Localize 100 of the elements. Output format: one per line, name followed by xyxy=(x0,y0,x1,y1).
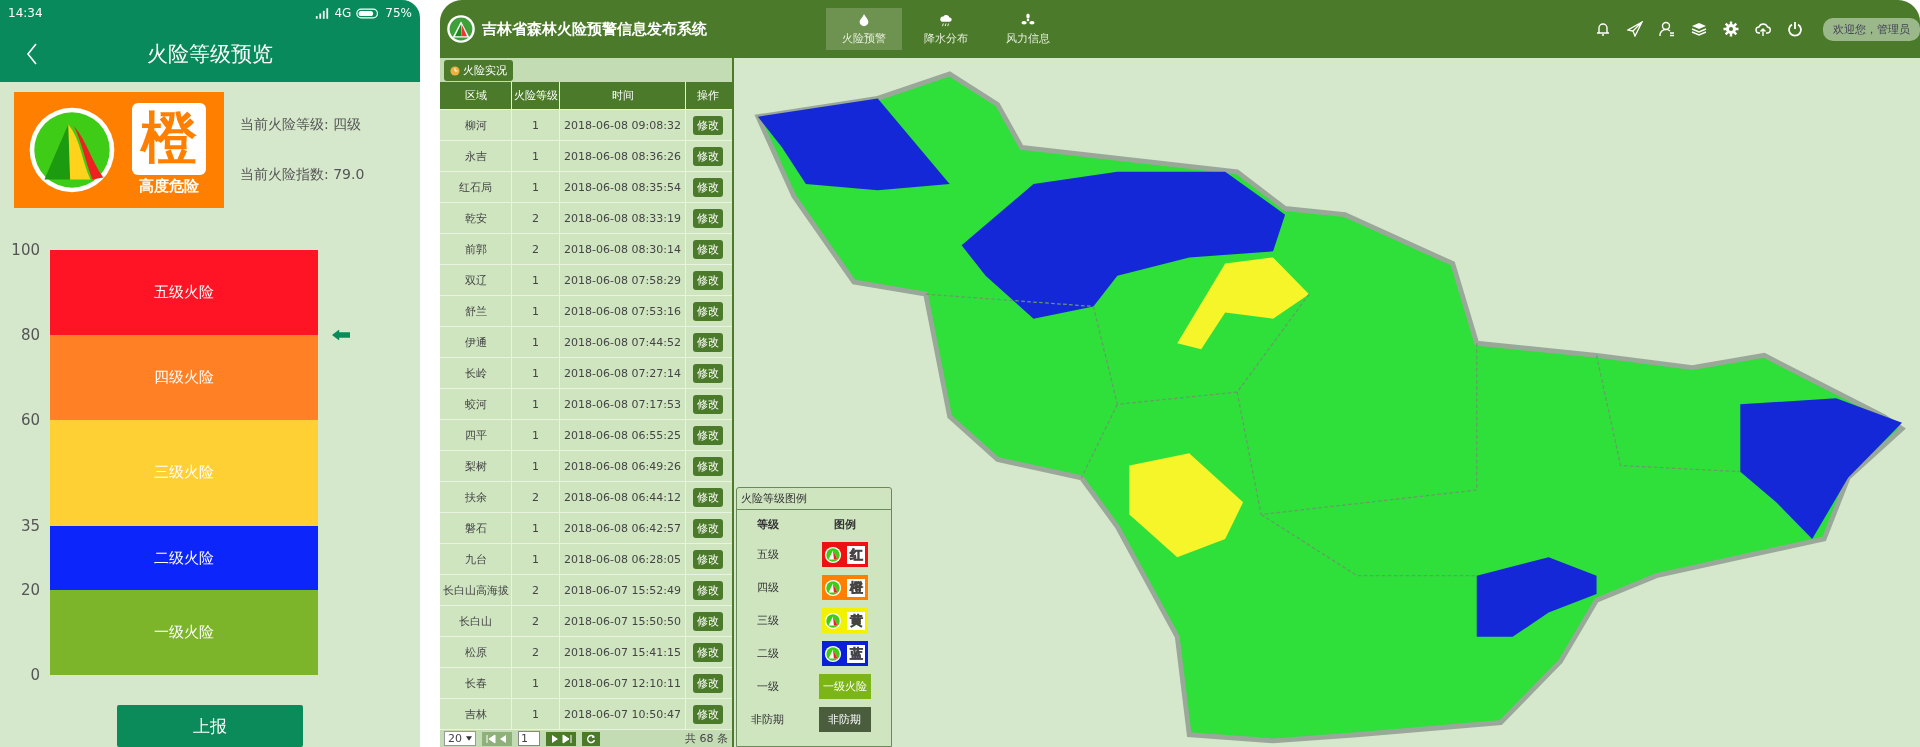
table-cell: 2018-06-08 08:33:19 xyxy=(560,203,686,233)
edit-button[interactable]: 修改 xyxy=(693,270,723,290)
legend-level-label: 四级 xyxy=(755,580,780,595)
send-icon[interactable] xyxy=(1627,21,1643,37)
table-cell: 2 xyxy=(512,203,560,233)
scale-tick-label: 100 xyxy=(11,240,40,259)
table-cell: 2018-06-07 10:50:47 xyxy=(560,699,686,729)
edit-button[interactable]: 修改 xyxy=(693,580,723,600)
legend-level-label: 二级 xyxy=(755,646,780,661)
column-header: 区域 xyxy=(440,82,512,109)
last-page-icon[interactable] xyxy=(562,733,572,744)
legend-badge: 黄 xyxy=(821,608,868,633)
page-size-select[interactable]: 20 xyxy=(444,731,476,746)
edit-button[interactable]: 修改 xyxy=(693,611,723,631)
table-cell: 前郭 xyxy=(440,234,512,264)
edit-button[interactable]: 修改 xyxy=(693,425,723,445)
table-cell: 长春 xyxy=(440,668,512,698)
bell-icon[interactable] xyxy=(1595,21,1611,37)
badge-caption: 高度危险 xyxy=(139,177,199,197)
table-cell: 2018-06-08 07:44:52 xyxy=(560,327,686,357)
table-cell: 松原 xyxy=(440,637,512,667)
edit-button[interactable]: 修改 xyxy=(693,487,723,507)
table-cell: 2018-06-08 08:30:14 xyxy=(560,234,686,264)
badge-character: 橙 xyxy=(132,103,206,176)
legend-title: 火险等级图例 xyxy=(737,488,891,510)
scale-tick-label: 35 xyxy=(20,517,40,536)
table-cell: 2018-06-08 06:44:12 xyxy=(560,482,686,512)
user-icon[interactable] xyxy=(1659,21,1675,37)
edit-button[interactable]: 修改 xyxy=(693,518,723,538)
caret-icon xyxy=(466,736,472,741)
nav-tab[interactable]: 风力信息 xyxy=(990,8,1066,50)
cloud-upload-icon[interactable] xyxy=(1755,21,1771,37)
edit-button[interactable]: 修改 xyxy=(693,146,723,166)
back-icon[interactable] xyxy=(26,43,38,66)
table-cell: 2 xyxy=(512,482,560,512)
edit-button[interactable]: 修改 xyxy=(693,704,723,724)
settings-icon[interactable] xyxy=(1723,21,1739,37)
power-icon[interactable] xyxy=(1787,21,1803,37)
scale-tick-label: 20 xyxy=(20,580,40,599)
table-cell: 2018-06-08 09:08:32 xyxy=(560,110,686,140)
forest-logo-icon xyxy=(446,14,476,44)
edit-button[interactable]: 修改 xyxy=(693,363,723,383)
legend-badge: 蓝 xyxy=(821,641,868,666)
table-cell: 2018-06-07 15:50:50 xyxy=(560,606,686,636)
page-number-field[interactable]: 1 xyxy=(518,731,540,746)
table-cell: 1 xyxy=(512,451,560,481)
table-cell: 1 xyxy=(512,327,560,357)
edit-button[interactable]: 修改 xyxy=(693,456,723,476)
fan-icon xyxy=(1021,12,1035,27)
legend-level-label: 五级 xyxy=(755,547,780,562)
signal-icon xyxy=(315,7,330,19)
table-cell: 2018-06-08 07:53:16 xyxy=(560,296,686,326)
table-cell: 1 xyxy=(512,544,560,574)
table-cell: 2018-06-08 07:27:14 xyxy=(560,358,686,388)
edit-button[interactable]: 修改 xyxy=(693,332,723,352)
panel-tab[interactable]: 火险实况 xyxy=(444,60,513,81)
legend-level-label: 非防期 xyxy=(750,712,786,727)
table-cell: 1 xyxy=(512,420,560,450)
table-cell: 长白山高海拔 xyxy=(440,575,512,605)
fire-info-text: 当前火险指数: 79.0 xyxy=(240,165,365,184)
refresh-icon[interactable] xyxy=(586,733,596,744)
edit-button[interactable]: 修改 xyxy=(693,549,723,569)
edit-button[interactable]: 修改 xyxy=(693,239,723,259)
nav-tab[interactable]: 火险预警 xyxy=(826,8,902,50)
fire-info-text: 当前火险等级: 四级 xyxy=(240,115,363,134)
edit-button[interactable]: 修改 xyxy=(693,177,723,197)
table-cell: 乾安 xyxy=(440,203,512,233)
legend-column-header: 等级 xyxy=(755,516,780,532)
scale-tick-label: 80 xyxy=(20,325,40,344)
table-cell: 1 xyxy=(512,699,560,729)
screen-title: 火险等级预览 xyxy=(147,41,273,69)
submit-button[interactable]: 上报 xyxy=(117,705,303,747)
edit-button[interactable]: 修改 xyxy=(693,642,723,662)
edit-button[interactable]: 修改 xyxy=(693,394,723,414)
table-cell: 伊通 xyxy=(440,327,512,357)
legend-level-label: 三级 xyxy=(755,613,780,628)
table-cell: 四平 xyxy=(440,420,512,450)
status-time: 14:34 xyxy=(8,6,43,21)
table-cell: 1 xyxy=(512,172,560,202)
user-greeting[interactable]: 欢迎您，管理员 xyxy=(1823,17,1920,41)
legend-badge: 橙 xyxy=(821,575,868,600)
table-cell: 2018-06-08 06:42:57 xyxy=(560,513,686,543)
edit-button[interactable]: 修改 xyxy=(693,673,723,693)
table-cell: 2018-06-08 07:58:29 xyxy=(560,265,686,295)
table-cell: 1 xyxy=(512,513,560,543)
nav-tab[interactable]: 降水分布 xyxy=(908,8,984,50)
legend-swatch: 非防期 xyxy=(818,707,871,732)
network-label: 4G xyxy=(334,6,352,21)
edit-button[interactable]: 修改 xyxy=(693,301,723,321)
risk-level-band: 三级火险 xyxy=(50,419,318,527)
battery-percent: 75% xyxy=(385,6,412,21)
table-cell: 1 xyxy=(512,296,560,326)
total-count: 共 68 条 xyxy=(685,731,728,746)
layers-icon[interactable] xyxy=(1691,21,1707,37)
table-cell: 2018-06-08 08:35:54 xyxy=(560,172,686,202)
battery-icon xyxy=(356,7,381,19)
edit-button[interactable]: 修改 xyxy=(693,208,723,228)
next-page-icon[interactable] xyxy=(550,733,560,744)
table-cell: 磐石 xyxy=(440,513,512,543)
edit-button[interactable]: 修改 xyxy=(693,115,723,135)
